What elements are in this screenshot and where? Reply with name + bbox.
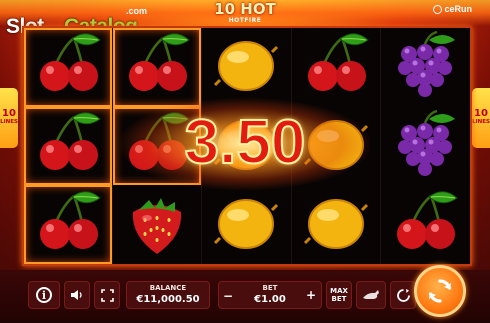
max-bet-button[interactable]: MAX BET bbox=[326, 281, 352, 309]
lines-count-right: 10 bbox=[474, 108, 488, 119]
balance-value: €11,000.50 bbox=[136, 294, 200, 305]
lines-indicator-right: 10 LINES bbox=[472, 88, 490, 148]
fullscreen-icon bbox=[100, 288, 114, 302]
balance-display: BALANCE €11,000.50 bbox=[126, 281, 210, 309]
autoplay-icon bbox=[396, 288, 410, 302]
grapes-symbol-icon bbox=[385, 109, 465, 183]
bet-value: €1.00 bbox=[254, 294, 286, 305]
provider-mark-icon bbox=[433, 4, 443, 14]
spin-icon bbox=[428, 279, 452, 303]
bet-decrease-button[interactable]: − bbox=[223, 289, 233, 303]
lemon-symbol-icon bbox=[206, 188, 286, 262]
reel-cell bbox=[292, 28, 381, 107]
game-title: 10 HOT HOTFIRE bbox=[206, 0, 284, 24]
bet-label: BET bbox=[262, 284, 278, 292]
reel-cell bbox=[381, 185, 470, 264]
logo-text-tld: .com bbox=[126, 6, 148, 16]
provider-logo: ceRun bbox=[433, 4, 472, 14]
autoplay-button[interactable] bbox=[390, 281, 416, 309]
reel-cell bbox=[202, 185, 292, 264]
reel-cell bbox=[113, 28, 203, 107]
fullscreen-button[interactable] bbox=[94, 281, 120, 309]
balance-label: BALANCE bbox=[149, 284, 187, 292]
lemon-symbol-icon bbox=[296, 188, 376, 262]
grapes-symbol-icon bbox=[385, 30, 465, 104]
max-bet-label-1: MAX bbox=[330, 287, 348, 295]
win-amount: 3.50 bbox=[184, 107, 307, 178]
reel-cell bbox=[24, 28, 114, 107]
cherry-symbol-icon bbox=[296, 30, 376, 104]
lines-indicator-left: 10 LINES bbox=[0, 88, 18, 148]
lines-count-left: 10 bbox=[2, 108, 16, 119]
info-icon: i bbox=[36, 287, 52, 303]
provider-name: ceRun bbox=[444, 4, 472, 14]
bet-control: − BET €1.00 + bbox=[218, 281, 322, 309]
reel-cell bbox=[113, 185, 203, 264]
lines-label-left: LINES bbox=[0, 119, 18, 125]
game-title-main: 10 HOT bbox=[214, 0, 276, 18]
speaker-icon bbox=[71, 290, 82, 300]
max-bet-label-2: BET bbox=[331, 295, 347, 303]
cherry-symbol-icon bbox=[28, 188, 108, 262]
bet-increase-button[interactable]: + bbox=[306, 288, 316, 302]
sound-button[interactable] bbox=[64, 281, 90, 309]
cherry-symbol-icon bbox=[385, 188, 465, 262]
reel-cell bbox=[24, 185, 114, 264]
rabbit-icon bbox=[363, 290, 379, 299]
reel-cell bbox=[381, 28, 470, 107]
lines-label-right: LINES bbox=[472, 119, 490, 125]
cherry-symbol-icon bbox=[117, 30, 197, 104]
reel-cell bbox=[381, 107, 470, 186]
game-title-sub: HOTFIRE bbox=[228, 17, 262, 24]
info-button[interactable]: i bbox=[28, 281, 60, 309]
reel-cell bbox=[202, 28, 292, 107]
cherry-symbol-icon bbox=[28, 109, 108, 183]
spin-button[interactable] bbox=[414, 265, 466, 317]
turbo-button[interactable] bbox=[356, 281, 386, 309]
lemon-symbol-icon bbox=[206, 30, 286, 104]
cherry-symbol-icon bbox=[28, 30, 108, 104]
reel-cell bbox=[24, 106, 114, 186]
strawberry-symbol-icon bbox=[117, 188, 197, 262]
reel-cell bbox=[292, 185, 381, 264]
